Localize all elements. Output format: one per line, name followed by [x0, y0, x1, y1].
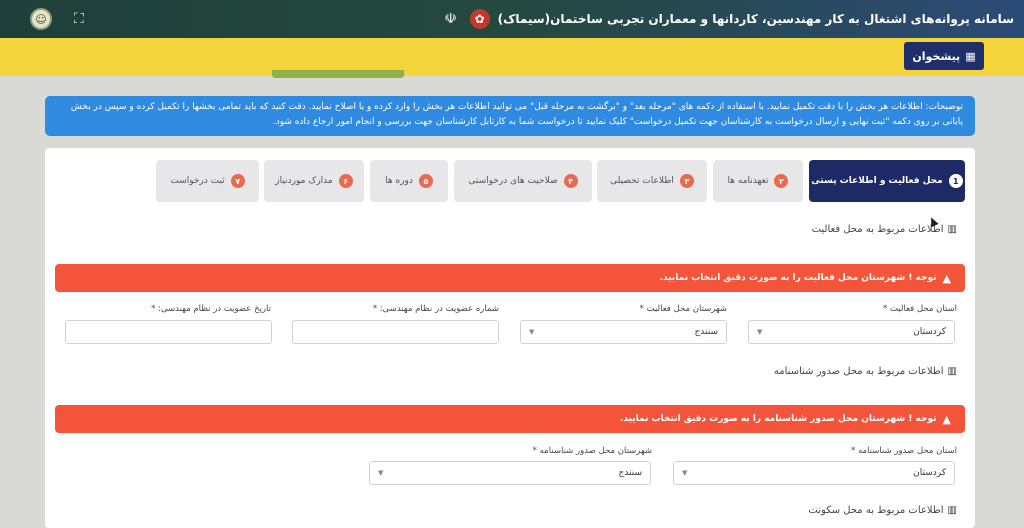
label-membership-number: شماره عضویت در نظام مهندسی: *	[372, 304, 499, 314]
tab-number: ۶	[338, 174, 353, 188]
label-issue-city: شهرستان محل صدور شناسنامه *	[532, 446, 652, 456]
tab-number: ۷	[230, 174, 245, 188]
section-title-text: اطلاعات مربوط به محل صدور شناسنامه	[773, 366, 944, 377]
grid-icon: ▦	[965, 49, 976, 63]
input-membership-date[interactable]	[65, 320, 272, 344]
select-issue-city[interactable]: سنندج ▼	[369, 461, 651, 485]
tab-education[interactable]: ۳ اطلاعات تحصیلی	[597, 160, 707, 202]
top-bar: ☺ ⛶ سامانه پروانه‌های اشتغال به کار مهند…	[0, 0, 1024, 38]
chevron-down-icon: ▼	[529, 328, 535, 336]
tab-number: 1	[948, 174, 963, 188]
label-activity-city: شهرستان محل فعالیت *	[639, 304, 727, 314]
map-icon: ▥	[947, 366, 957, 377]
app-title-group: سامانه پروانه‌های اشتغال به کار مهندسین،…	[440, 8, 1014, 30]
tab-label: صلاحیت های درخواستی	[468, 176, 558, 186]
user-avatar-icon[interactable]: ☺	[30, 8, 52, 30]
map-icon: ▥	[947, 224, 957, 235]
tab-number: ۲	[774, 174, 789, 188]
select-activity-province[interactable]: کردستان ▼	[748, 320, 955, 344]
warning-icon: ▲	[942, 271, 951, 285]
fullscreen-icon[interactable]: ⛶	[74, 11, 84, 27]
select-value: سنندج	[694, 327, 718, 337]
form-card: 1 محل فعالیت و اطلاعات پستی ۲ تعهدنامه ه…	[45, 148, 975, 528]
tab-documents[interactable]: ۶ مدارک موردنیاز	[264, 160, 364, 202]
section-title-birth-certificate: ▥ اطلاعات مربوط به محل صدور شناسنامه	[774, 366, 957, 377]
tab-number: ۴	[563, 174, 578, 188]
app-title: سامانه پروانه‌های اشتغال به کار مهندسین،…	[497, 12, 1014, 26]
alert-text: توجه ! شهرستان محل صدور شناسنامه را به ص…	[619, 414, 937, 424]
alert-birth-certificate-city: ▲ توجه ! شهرستان محل صدور شناسنامه را به…	[55, 405, 965, 433]
info-box: توضیحات: اطلاعات هر بخش را با دقت تکمیل …	[45, 96, 975, 136]
select-issue-province[interactable]: کردستان ▼	[673, 461, 955, 485]
chevron-down-icon: ▼	[757, 328, 763, 336]
top-bar-left: ☺ ⛶	[30, 8, 84, 30]
tab-activity-location[interactable]: 1 محل فعالیت و اطلاعات پستی	[809, 160, 965, 202]
chevron-down-icon: ▼	[682, 469, 688, 477]
section-title-text: اطلاعات مربوط به محل سکونت	[808, 505, 944, 516]
tab-number: ۵	[418, 174, 433, 188]
select-value: کردستان	[913, 468, 946, 478]
dashboard-button[interactable]: ▦ پیشخوان	[904, 42, 984, 70]
map-icon: ▥	[947, 505, 957, 516]
ministry-emblem-icon: ✿	[469, 9, 490, 29]
label-activity-province: استان محل فعالیت *	[883, 304, 957, 314]
section-title-text: اطلاعات مربوط به محل فعالیت	[811, 224, 944, 235]
label-issue-province: استان محل صدور شناسنامه *	[851, 446, 957, 456]
tab-number: ۳	[679, 174, 694, 188]
tab-label: تعهدنامه ها	[727, 176, 769, 186]
label-membership-date: تاریخ عضویت در نظام مهندسی: *	[151, 304, 271, 314]
tab-label: دوره ها	[385, 176, 413, 186]
select-value: سنندج	[618, 468, 642, 478]
tab-label: مدارک موردنیاز	[275, 176, 333, 186]
tab-courses[interactable]: ۵ دوره ها	[370, 160, 448, 202]
tab-label: اطلاعات تحصیلی	[610, 176, 674, 186]
tab-qualifications[interactable]: ۴ صلاحیت های درخواستی	[454, 160, 592, 202]
chevron-down-icon: ▼	[378, 469, 384, 477]
dashboard-label: پیشخوان	[912, 49, 961, 63]
green-tab-stub	[272, 70, 404, 78]
select-activity-city[interactable]: سنندج ▼	[520, 320, 727, 344]
section-title-activity: ▥ اطلاعات مربوط به محل فعالیت	[812, 224, 957, 235]
warning-icon: ▲	[942, 412, 951, 426]
tab-commitments[interactable]: ۲ تعهدنامه ها	[713, 160, 803, 202]
select-value: کردستان	[913, 327, 946, 337]
tab-submit-request[interactable]: ۷ ثبت درخواست	[156, 160, 259, 202]
alert-text: توجه ! شهرستان محل فعالیت را به صورت دقی…	[659, 273, 937, 283]
tab-label: ثبت درخواست	[170, 176, 225, 186]
section-title-residence: ▥ اطلاعات مربوط به محل سکونت	[808, 505, 957, 516]
input-membership-number[interactable]	[292, 320, 499, 344]
tab-label: محل فعالیت و اطلاعات پستی	[811, 176, 943, 186]
national-emblem-icon: ☫	[444, 11, 457, 27]
alert-activity-city: ▲ توجه ! شهرستان محل فعالیت را به صورت د…	[55, 264, 965, 292]
yellow-bar	[0, 38, 1024, 76]
